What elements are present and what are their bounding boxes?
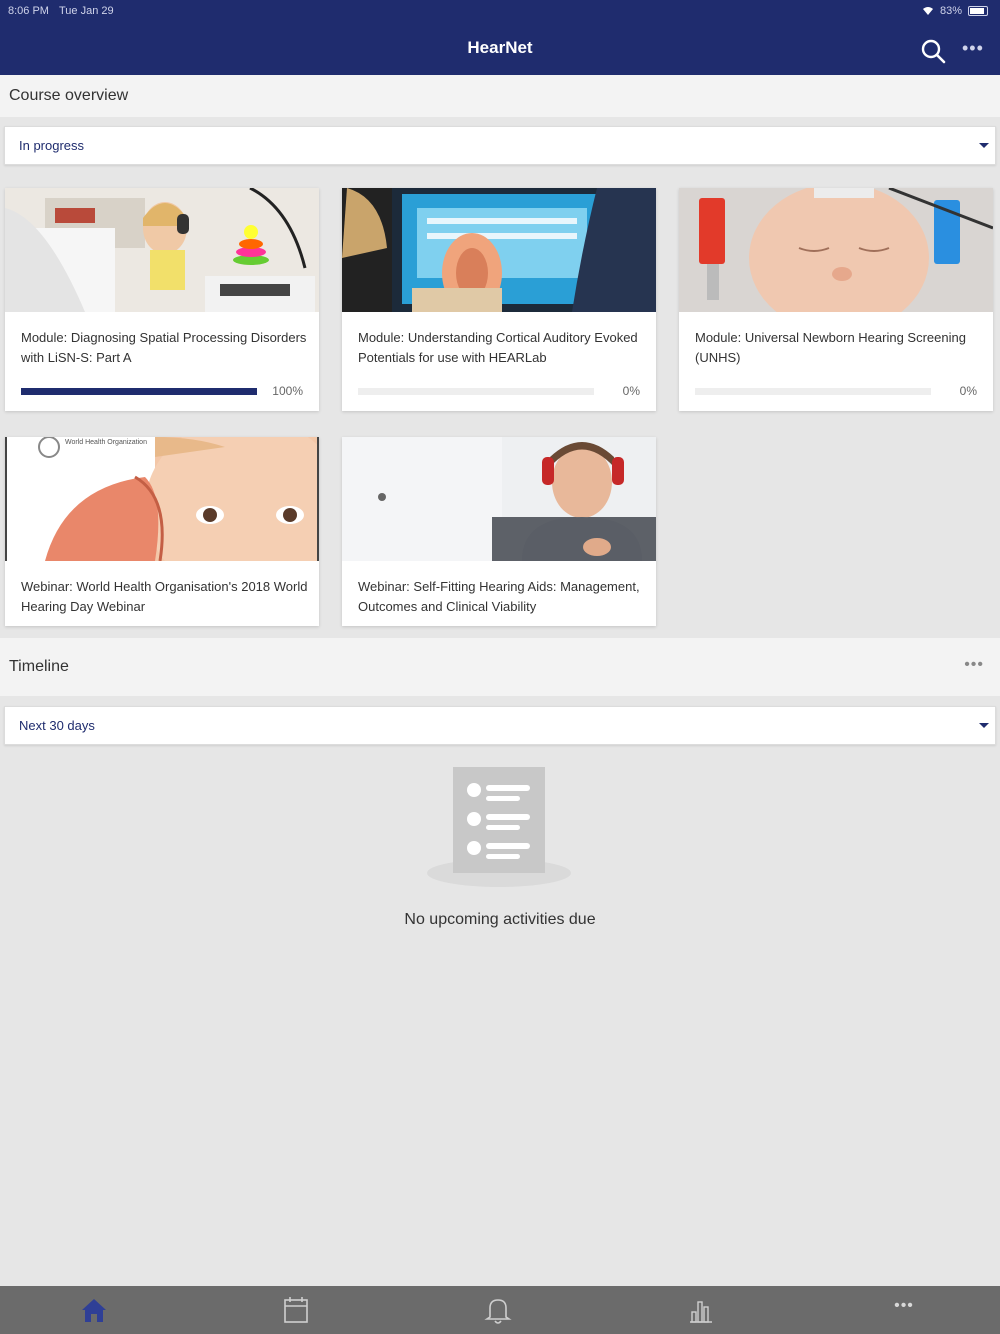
course-card[interactable]: Module: Diagnosing Spatial Processing Di… bbox=[5, 186, 319, 411]
course-thumbnail bbox=[342, 437, 656, 561]
course-thumbnail bbox=[5, 186, 319, 312]
home-icon[interactable] bbox=[74, 1294, 114, 1326]
progress-bar bbox=[358, 388, 594, 395]
course-title: Webinar: Self-Fitting Hearing Aids: Mana… bbox=[358, 579, 640, 614]
bottom-navigation: ••• bbox=[0, 1286, 1000, 1334]
course-title: Module: Diagnosing Spatial Processing Di… bbox=[21, 330, 307, 365]
progress-label: 0% bbox=[959, 384, 977, 398]
empty-list-icon bbox=[427, 767, 571, 887]
status-date: Tue Jan 29 bbox=[58, 5, 114, 17]
status-bar-right: 83% bbox=[922, 5, 988, 17]
chevron-down-icon bbox=[979, 143, 989, 148]
app-bar: 8:06 PM Tue Jan 29 83% HearNet ••• bbox=[0, 0, 1000, 75]
course-title: Webinar: World Health Organisation's 201… bbox=[21, 579, 308, 614]
timeline-header: Timeline ••• bbox=[0, 638, 1000, 696]
more-options-icon[interactable]: ••• bbox=[962, 38, 990, 62]
course-card[interactable]: Module: Understanding Cortical Auditory … bbox=[342, 188, 656, 411]
course-thumbnail: World Health Organization bbox=[5, 417, 345, 597]
chevron-down-icon bbox=[979, 723, 989, 728]
course-card[interactable]: Module: Universal Newborn Hearing Screen… bbox=[679, 183, 994, 411]
course-thumbnail bbox=[342, 188, 656, 313]
battery-percent: 83% bbox=[939, 5, 962, 17]
timeline-more-icon[interactable]: ••• bbox=[964, 656, 984, 674]
course-filter-select[interactable]: In progress bbox=[4, 126, 996, 165]
grades-icon[interactable] bbox=[681, 1294, 721, 1326]
progress-bar bbox=[695, 388, 931, 395]
empty-state-message: No upcoming activities due bbox=[404, 911, 596, 928]
course-card[interactable]: World Health Organization Webinar: World… bbox=[5, 417, 345, 626]
timeline-title: Timeline bbox=[9, 658, 69, 675]
app-title: HearNet bbox=[467, 38, 533, 57]
course-overview-header: Course overview bbox=[0, 75, 1000, 117]
timeline-filter-select[interactable]: Next 30 days bbox=[4, 706, 996, 745]
progress-label: 0% bbox=[622, 384, 640, 398]
course-thumbnail bbox=[679, 183, 994, 333]
progress-label: 100% bbox=[272, 384, 303, 398]
bell-icon[interactable] bbox=[478, 1294, 518, 1326]
search-icon[interactable] bbox=[918, 36, 948, 66]
calendar-icon[interactable] bbox=[276, 1294, 316, 1326]
who-logo-text: World Health Organization bbox=[65, 439, 147, 446]
course-title: Module: Universal Newborn Hearing Screen… bbox=[695, 330, 966, 365]
course-title: Module: Understanding Cortical Auditory … bbox=[358, 330, 638, 365]
wifi-icon bbox=[922, 7, 933, 15]
timeline-filter-value: Next 30 days bbox=[19, 718, 95, 733]
progress-bar bbox=[21, 388, 257, 395]
progress-fill bbox=[21, 388, 257, 395]
battery-icon bbox=[968, 6, 988, 16]
status-bar-left: 8:06 PM Tue Jan 29 bbox=[8, 5, 114, 17]
more-icon[interactable]: ••• bbox=[884, 1294, 924, 1326]
course-card[interactable]: Webinar: Self-Fitting Hearing Aids: Mana… bbox=[342, 437, 656, 626]
course-overview-title: Course overview bbox=[9, 87, 129, 104]
course-filter-value: In progress bbox=[19, 138, 85, 153]
status-time: 8:06 PM bbox=[8, 5, 49, 17]
